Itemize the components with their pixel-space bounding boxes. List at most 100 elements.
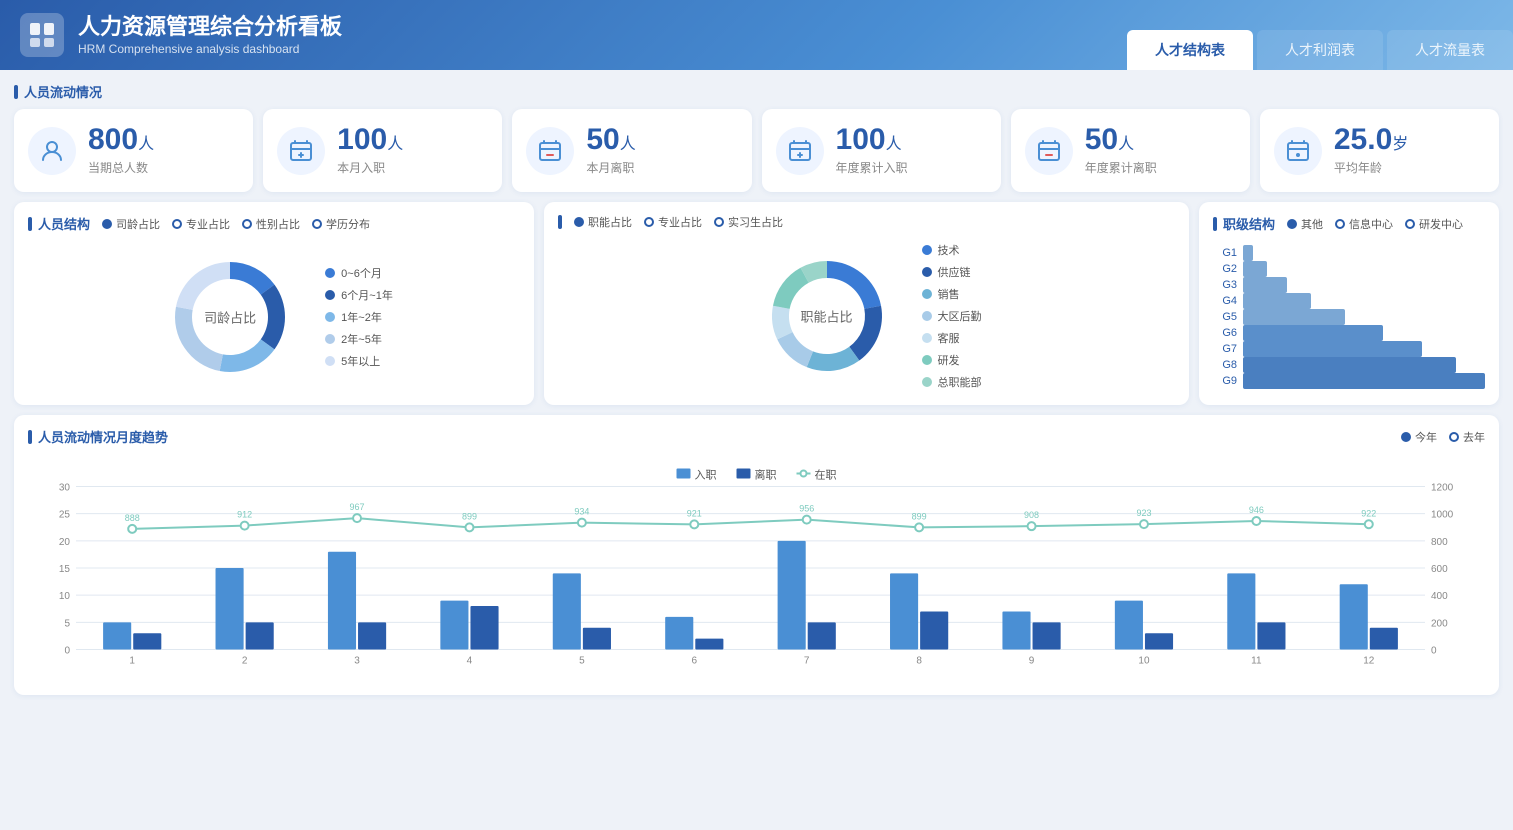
tab-structure[interactable]: 人才结构表	[1127, 30, 1253, 70]
svg-text:600: 600	[1431, 564, 1448, 575]
donut-segment	[849, 305, 882, 360]
grade-row-G9: G9	[1213, 373, 1485, 389]
trend-header: 人员流动情况月度趋势 今年去年	[28, 427, 1485, 446]
donut-segment	[777, 332, 813, 367]
radio-dot	[242, 219, 252, 229]
svg-text:15: 15	[59, 564, 71, 575]
grade-structure-panel: 职级结构 其他信息中心研发中心 G1 G2 G3 G4 G5 G6	[1199, 202, 1499, 405]
grade-row-G2: G2	[1213, 261, 1485, 277]
legend-dot	[922, 311, 932, 321]
middle-section: 人员结构 司龄占比 专业占比 性别占比 学历分布 司龄占比 0~6个月 6个月~1年 1年…	[14, 202, 1499, 405]
radio-label: 研发中心	[1419, 216, 1463, 232]
grade-bar-fill	[1243, 325, 1383, 341]
grade-row-G7: G7	[1213, 341, 1485, 357]
kpi-icon-avg_age	[1274, 127, 1322, 175]
legend-item: 大区后勤	[922, 308, 982, 324]
radio-label: 专业占比	[186, 216, 230, 232]
radio-label: 实习生占比	[728, 214, 783, 230]
legend-label: 总职能部	[938, 374, 982, 390]
grade-bar-container	[1243, 357, 1485, 373]
legend-dot	[922, 289, 932, 299]
grade-bar-fill	[1243, 261, 1267, 277]
svg-text:908: 908	[1024, 510, 1039, 520]
structure-radio-1[interactable]: 专业占比	[172, 216, 230, 232]
svg-text:200: 200	[1431, 618, 1448, 629]
radio-label: 学历分布	[326, 216, 370, 232]
legend-dot	[922, 377, 932, 387]
legend-item: 客服	[922, 330, 982, 346]
function-radio-2[interactable]: 实习生占比	[714, 214, 783, 230]
kpi-text-total: 800人 当期总人数	[88, 125, 154, 176]
grade-bar-fill	[1243, 357, 1456, 373]
grade-bar-container	[1243, 261, 1485, 277]
svg-text:912: 912	[237, 510, 252, 520]
grade-row-G3: G3	[1213, 277, 1485, 293]
legend-item: 研发	[922, 352, 982, 368]
grade-radio-0[interactable]: 其他	[1287, 216, 1323, 232]
radio-label: 专业占比	[658, 214, 702, 230]
legend-label: 供应链	[938, 264, 971, 280]
structure-title: 人员结构	[28, 214, 90, 233]
legend-dot	[325, 312, 335, 322]
tab-profit[interactable]: 人才利润表	[1257, 30, 1383, 70]
legend-dot	[922, 267, 932, 277]
svg-text:2: 2	[242, 656, 248, 667]
tab-flow[interactable]: 人才流量表	[1387, 30, 1513, 70]
svg-text:离职: 离职	[755, 468, 777, 482]
kpi-card-leave_year: 50人 年度累计离职	[1011, 109, 1250, 192]
kpi-value-join_year: 100人	[836, 125, 908, 155]
header: 人力资源管理综合分析看板 HRM Comprehensive analysis …	[0, 0, 1513, 70]
legend-item: 1年~2年	[325, 309, 393, 325]
svg-text:934: 934	[574, 507, 589, 517]
function-radio-0[interactable]: 职能占比	[574, 214, 632, 230]
grade-row-G6: G6	[1213, 325, 1485, 341]
function-radio-1[interactable]: 专业占比	[644, 214, 702, 230]
svg-text:9: 9	[1029, 656, 1035, 667]
grade-bar-container	[1243, 325, 1485, 341]
donut2-chart: 职能占比	[752, 241, 902, 391]
kpi-text-join_month: 100人 本月入职	[337, 125, 403, 176]
function-radios: 职能占比 专业占比 实习生占比	[574, 214, 783, 230]
kpi-label-avg_age: 平均年龄	[1334, 159, 1408, 176]
radio-label: 性别占比	[256, 216, 300, 232]
svg-text:在职: 在职	[815, 469, 837, 482]
kpi-value-total: 800人	[88, 125, 154, 155]
function-title-bar	[558, 215, 562, 229]
legend-item: 6个月~1年	[325, 287, 393, 303]
kpi-value-join_month: 100人	[337, 125, 403, 155]
legend-dot	[325, 268, 335, 278]
donut-segment	[220, 339, 275, 372]
structure-radio-2[interactable]: 性别占比	[242, 216, 300, 232]
main-content: 人员流动情况 800人 当期总人数 100人 本月入职 50人 本月离职 100…	[0, 70, 1513, 707]
legend-label: 5年以上	[341, 353, 380, 369]
trend-radio-0[interactable]: 今年	[1401, 429, 1437, 445]
kpi-label-total: 当期总人数	[88, 159, 154, 176]
logo	[20, 13, 64, 57]
structure-radio-3[interactable]: 学历分布	[312, 216, 370, 232]
legend-item: 5年以上	[325, 353, 393, 369]
trend-panel: 人员流动情况月度趋势 今年去年 051015202530020040060080…	[14, 415, 1499, 695]
svg-text:946: 946	[1249, 505, 1264, 515]
svg-text:5: 5	[64, 618, 70, 629]
grade-row-G4: G4	[1213, 293, 1485, 309]
grade-bar-container	[1243, 245, 1485, 261]
svg-text:956: 956	[799, 504, 814, 514]
donut1-chart: 司龄占比	[155, 242, 305, 392]
legend-dot	[922, 333, 932, 343]
donut-segment	[176, 262, 230, 310]
kpi-text-leave_month: 50人 本月离职	[586, 125, 635, 176]
grade-radio-2[interactable]: 研发中心	[1405, 216, 1463, 232]
grade-radio-1[interactable]: 信息中心	[1335, 216, 1393, 232]
radio-label: 其他	[1301, 216, 1323, 232]
trend-radio-1[interactable]: 去年	[1449, 429, 1485, 445]
radio-dot	[1401, 432, 1411, 442]
nav-tabs: 人才结构表 人才利润表 人才流量表	[1127, 30, 1513, 70]
people-structure-panel: 人员结构 司龄占比 专业占比 性别占比 学历分布 司龄占比 0~6个月 6个月~1年 1年…	[14, 202, 534, 405]
grade-label: G7	[1213, 343, 1237, 355]
grade-label: G5	[1213, 311, 1237, 323]
function-header: 职能占比 专业占比 实习生占比	[558, 214, 1175, 230]
structure-radio-0[interactable]: 司龄占比	[102, 216, 160, 232]
trend-chart-area: 0510152025300200400600800100012001234567…	[28, 454, 1485, 688]
legend-label: 0~6个月	[341, 265, 382, 281]
donut-segment	[772, 267, 808, 308]
